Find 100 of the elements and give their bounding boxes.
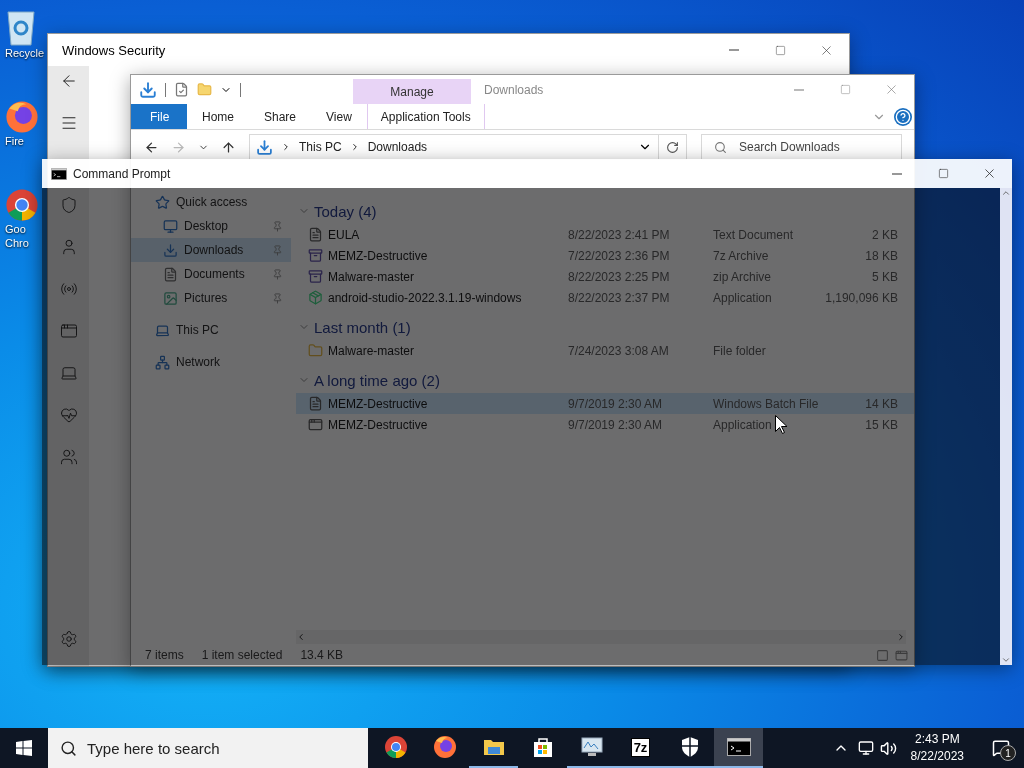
date-cell: 9/7/2019 2:30 AM bbox=[568, 396, 663, 411]
vertical-scrollbar[interactable] bbox=[1000, 188, 1012, 665]
network-icon[interactable] bbox=[857, 740, 874, 756]
file-name: Malware-master bbox=[328, 343, 414, 358]
type-cell: Application bbox=[713, 417, 772, 432]
window-button[interactable] bbox=[59, 322, 78, 340]
console-icon bbox=[726, 738, 751, 756]
speech-bubble-icon bbox=[992, 739, 1010, 757]
nav-item[interactable]: Downloads bbox=[131, 238, 291, 262]
tiles-view-icon[interactable] bbox=[895, 648, 908, 662]
file-row[interactable]: MEMZ-Destructive 7/22/2023 2:36 PM 7z Archive 18 KB bbox=[296, 245, 914, 266]
scroll-left-icon bbox=[296, 632, 306, 642]
pin-icon bbox=[272, 244, 283, 256]
refresh-icon bbox=[666, 140, 679, 154]
breadcrumb[interactable]: Downloads bbox=[367, 140, 428, 154]
group-header[interactable]: Last month (1) bbox=[296, 314, 914, 340]
settings-button[interactable] bbox=[59, 630, 78, 648]
recycle-bin-icon bbox=[5, 8, 37, 46]
laptop-icon bbox=[59, 364, 78, 382]
scroll-up-icon bbox=[1001, 188, 1011, 198]
file-name: MEMZ-Destructive bbox=[328, 417, 428, 432]
archive-icon bbox=[308, 269, 323, 284]
folder-icon bbox=[308, 343, 323, 358]
archive-icon bbox=[308, 248, 323, 263]
desktop-icon-label[interactable]: Goo bbox=[5, 222, 26, 236]
window-title: Windows Security bbox=[61, 42, 166, 58]
console-icon bbox=[51, 167, 67, 180]
heart-pulse-button[interactable] bbox=[59, 406, 78, 424]
desktop-icon-label[interactable]: Chro bbox=[5, 236, 29, 250]
desktop-icon-label[interactable]: Fire bbox=[5, 134, 24, 148]
file-row[interactable]: Malware-master 8/22/2023 2:25 PM zip Archive 5 KB bbox=[296, 266, 914, 287]
size-cell: 18 KB bbox=[865, 248, 898, 263]
settings-icon bbox=[59, 630, 78, 648]
browser-icon bbox=[383, 735, 408, 759]
antenna-button[interactable] bbox=[59, 280, 78, 298]
minimize-icon bbox=[794, 88, 804, 91]
file-row[interactable]: MEMZ-Destructive 9/7/2019 2:30 AM Windows Batch File 14 KB bbox=[296, 393, 914, 414]
windows-logo-icon bbox=[16, 740, 32, 756]
shield-button[interactable] bbox=[59, 196, 78, 214]
file-name: MEMZ-Destructive bbox=[328, 396, 428, 411]
picture-icon bbox=[163, 290, 178, 306]
window-title: Downloads bbox=[483, 81, 544, 99]
horizontal-scrollbar[interactable] bbox=[296, 630, 906, 644]
ribbon-tab[interactable]: File bbox=[131, 104, 187, 129]
forward-arrow-icon bbox=[171, 139, 186, 155]
details-view-icon[interactable] bbox=[876, 648, 889, 662]
folder-icon bbox=[482, 737, 505, 757]
search-field[interactable]: Type here to search bbox=[48, 728, 368, 768]
heart-pulse-icon bbox=[59, 406, 78, 424]
file-name: Malware-master bbox=[328, 269, 414, 284]
desktop-icon-label[interactable]: Recycle bbox=[5, 46, 45, 60]
download-icon bbox=[256, 138, 273, 156]
nav-item[interactable]: This PC bbox=[131, 318, 291, 342]
ribbon-tab[interactable]: Application Tools bbox=[366, 104, 485, 129]
type-cell: File folder bbox=[713, 343, 766, 358]
breadcrumb[interactable]: This PC bbox=[299, 140, 342, 154]
date-cell: 9/7/2019 2:30 AM bbox=[568, 417, 663, 432]
maximize-icon bbox=[937, 168, 949, 179]
taskbar-app-button[interactable]: 7z bbox=[616, 728, 665, 768]
shield-icon bbox=[679, 736, 700, 758]
pin-icon bbox=[272, 268, 283, 280]
scroll-down-icon bbox=[1001, 655, 1011, 665]
monitor-chart-icon bbox=[579, 736, 604, 758]
package-icon bbox=[308, 290, 323, 305]
type-cell: Windows Batch File bbox=[713, 396, 819, 411]
size-cell: 15 KB bbox=[865, 417, 898, 432]
file-row[interactable]: MEMZ-Destructive 9/7/2019 2:30 AM Application 15 KB bbox=[296, 414, 914, 435]
date-cell: 7/24/2023 3:08 AM bbox=[568, 343, 669, 358]
nav-item[interactable]: Quick access bbox=[131, 190, 291, 214]
nav-item[interactable]: Documents bbox=[131, 262, 291, 286]
fox-globe-icon bbox=[5, 100, 39, 134]
window-icon bbox=[308, 417, 323, 432]
network-icon bbox=[155, 354, 170, 370]
file-name: android-studio-2022.3.1.19-windows bbox=[328, 290, 522, 305]
maximize-icon bbox=[774, 44, 786, 56]
file-row[interactable]: android-studio-2022.3.1.19-windows 8/22/2023 2:37 PM Application 1,190,096 KB bbox=[296, 287, 914, 308]
nav-item[interactable]: Desktop bbox=[131, 214, 291, 238]
file-row[interactable]: Malware-master 7/24/2023 3:08 AM File folder bbox=[296, 340, 914, 361]
laptop-button[interactable] bbox=[59, 364, 78, 382]
group-header[interactable]: Today (4) bbox=[296, 198, 914, 224]
window-icon bbox=[59, 322, 78, 340]
clock[interactable]: 2:43 PM 8/22/2023 bbox=[902, 731, 972, 765]
people-button[interactable] bbox=[59, 448, 78, 466]
search-icon bbox=[714, 140, 727, 154]
size-cell: 14 KB bbox=[865, 396, 898, 411]
download-icon bbox=[163, 242, 178, 258]
shopping-bag-icon bbox=[531, 736, 554, 758]
nav-item[interactable]: Network bbox=[131, 350, 291, 374]
group-header[interactable]: A long time ago (2) bbox=[296, 367, 914, 393]
notifications-button[interactable]: 1 bbox=[978, 728, 1024, 768]
computer-icon bbox=[155, 322, 170, 338]
menu-button[interactable] bbox=[59, 114, 78, 132]
taskbar-app-button[interactable] bbox=[714, 728, 763, 768]
scroll-right-icon bbox=[896, 632, 906, 642]
refresh-button[interactable] bbox=[659, 134, 687, 160]
nav-item[interactable]: Pictures bbox=[131, 286, 291, 310]
volume-icon[interactable] bbox=[879, 739, 897, 757]
file-row[interactable]: EULA 8/22/2023 2:41 PM Text Document 2 KB bbox=[296, 224, 914, 245]
document-icon bbox=[308, 396, 323, 411]
help-button[interactable] bbox=[894, 107, 912, 126]
